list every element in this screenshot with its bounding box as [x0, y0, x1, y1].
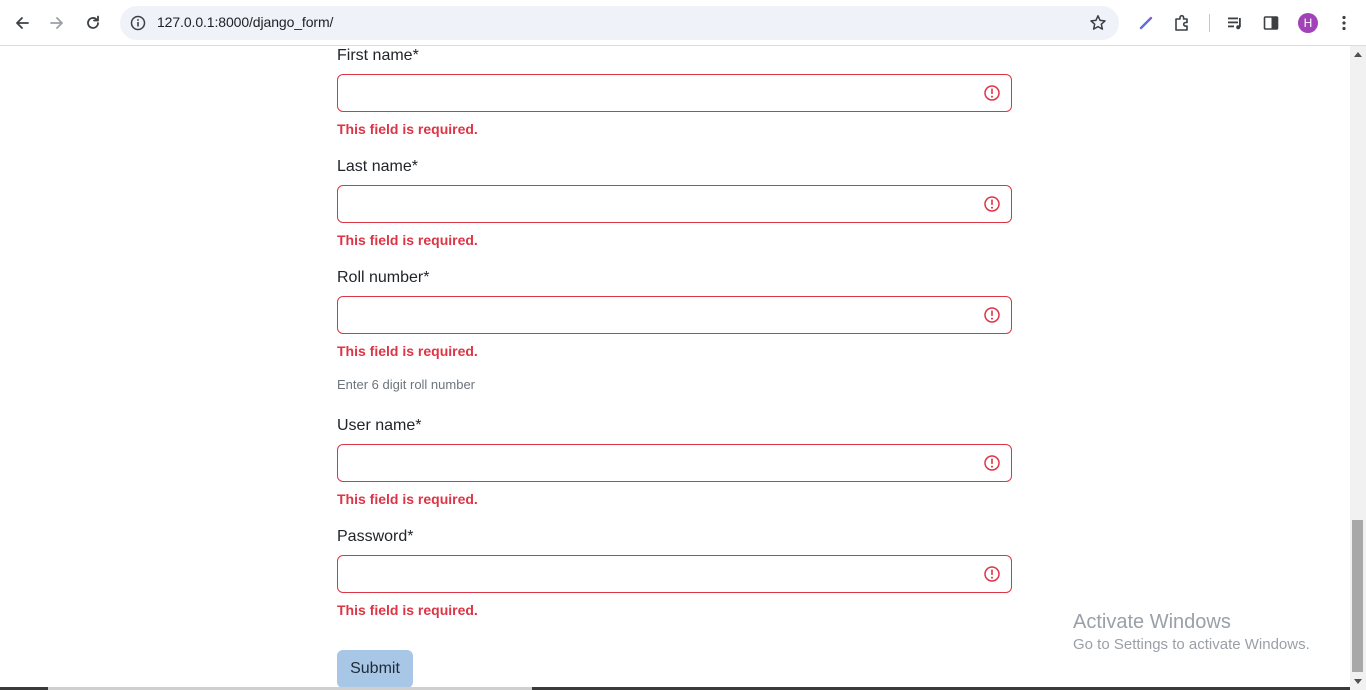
last-name-input-box[interactable] [337, 185, 1012, 223]
first-name-input[interactable] [348, 75, 972, 111]
address-bar[interactable]: 127.0.0.1:8000/django_form/ [120, 6, 1119, 40]
first-name-input-box[interactable] [337, 74, 1012, 112]
scroll-up-arrow-icon[interactable] [1354, 52, 1362, 57]
scroll-down-arrow-icon[interactable] [1354, 679, 1362, 684]
kebab-menu-icon [1342, 15, 1346, 31]
watermark-title: Activate Windows [1073, 611, 1231, 633]
media-control-icon [1228, 17, 1241, 30]
error-icon [984, 196, 1000, 212]
profile-button[interactable]: H [1292, 7, 1324, 39]
pen-extension-button[interactable] [1130, 7, 1162, 39]
last-name-input[interactable] [348, 186, 972, 222]
media-control-button[interactable] [1219, 7, 1251, 39]
scrollbar-thumb[interactable] [1352, 520, 1363, 672]
password-input-box[interactable] [337, 555, 1012, 593]
forward-arrow-icon [50, 17, 63, 29]
user-name-input-box[interactable] [337, 444, 1012, 482]
roll-number-input-box[interactable] [337, 296, 1012, 334]
roll-number-input[interactable] [348, 297, 972, 333]
back-arrow-icon [16, 17, 29, 29]
back-button[interactable] [6, 7, 38, 39]
last-name-error: This field is required. [337, 232, 478, 248]
browser-toolbar: 127.0.0.1:8000/django_form/ H [0, 0, 1366, 46]
roll-number-help-text: Enter 6 digit roll number [337, 377, 476, 392]
first-name-error: This field is required. [337, 121, 478, 137]
error-icon [984, 455, 1000, 471]
roll-number-group: Roll number* This field is required. [337, 268, 1012, 360]
roll-number-label: Roll number* [337, 269, 430, 286]
activate-windows-watermark: Activate Windows Go to Settings to activ… [1073, 611, 1310, 653]
first-name-label: First name* [337, 47, 419, 64]
password-label: Password* [337, 528, 414, 545]
extensions-button[interactable] [1166, 7, 1198, 39]
page-viewport: First name* This field is required. Last… [0, 46, 1350, 690]
side-panel-button[interactable] [1255, 7, 1287, 39]
toolbar-separator [1209, 14, 1210, 32]
error-icon [984, 566, 1000, 582]
side-panel-icon [1263, 16, 1279, 30]
browser-menu-button[interactable] [1328, 7, 1360, 39]
star-icon[interactable] [1087, 12, 1109, 34]
vertical-scrollbar[interactable] [1350, 46, 1366, 690]
forward-button[interactable] [41, 7, 73, 39]
roll-number-error: This field is required. [337, 343, 478, 359]
site-info-icon[interactable] [128, 13, 148, 33]
last-name-group: Last name* This field is required. [337, 157, 1012, 249]
submit-button[interactable]: Submit [337, 650, 413, 688]
error-icon [984, 307, 1000, 323]
avatar: H [1298, 13, 1318, 33]
password-input[interactable] [348, 556, 972, 592]
last-name-label: Last name* [337, 158, 418, 175]
url-text[interactable]: 127.0.0.1:8000/django_form/ [157, 14, 333, 30]
pen-icon [1139, 16, 1153, 30]
error-icon [984, 85, 1000, 101]
puzzle-icon [1175, 14, 1188, 31]
user-name-input[interactable] [348, 445, 972, 481]
user-name-group: User name* This field is required. [337, 416, 1012, 508]
first-name-group: First name* This field is required. [337, 46, 1012, 138]
watermark-subtitle: Go to Settings to activate Windows. [1073, 636, 1310, 653]
user-name-label: User name* [337, 417, 422, 434]
reload-icon [87, 15, 99, 29]
reload-button[interactable] [77, 7, 109, 39]
password-group: Password* This field is required. [337, 527, 1012, 619]
password-error: This field is required. [337, 602, 478, 618]
user-name-error: This field is required. [337, 491, 478, 507]
